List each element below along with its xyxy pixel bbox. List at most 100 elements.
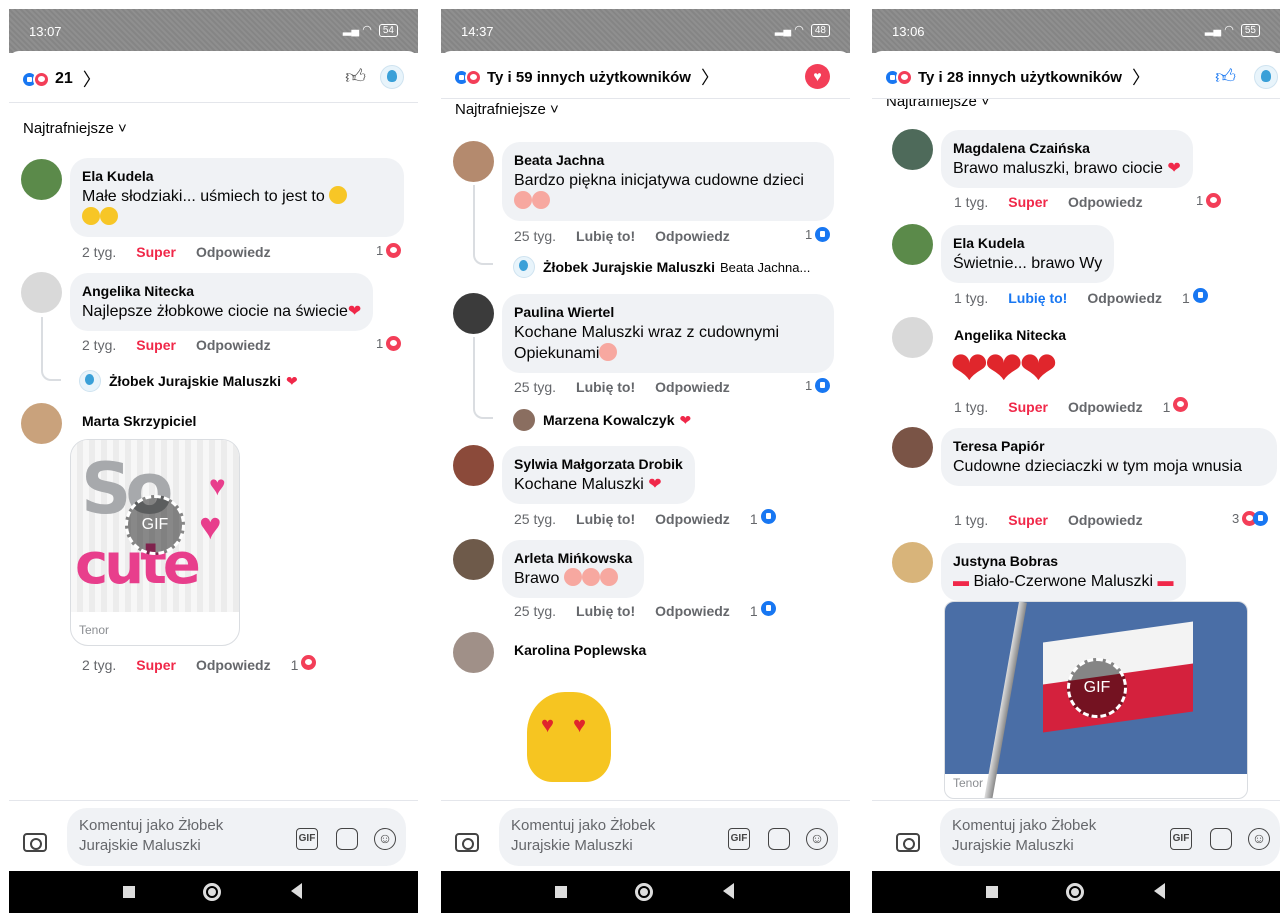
gif-play-badge[interactable]: GIF <box>1067 658 1127 718</box>
gif-attachment[interactable]: So ♥ ♥ cute GIF Tenor <box>70 439 240 646</box>
comment-bubble[interactable]: Beata Jachna Bardzo piękna inicjatywa cu… <box>502 142 834 221</box>
comment-author[interactable]: Sylwia Małgorzata Drobik <box>514 455 683 473</box>
reply-button[interactable]: Odpowiedz <box>655 228 730 244</box>
react-button[interactable]: Lubię to! <box>1008 290 1067 306</box>
sort-dropdown[interactable]: Najtrafniejsze ˅ <box>886 99 990 110</box>
react-button[interactable]: Lubię to! <box>576 511 635 527</box>
comment-author[interactable]: Justyna Bobras <box>953 552 1174 570</box>
emoji-icon[interactable]: ☺ <box>806 828 828 850</box>
comment-input[interactable]: Komentuj jako Żłobek Jurajskie Maluszki … <box>67 808 406 866</box>
reaction-count-badge[interactable]: 1 <box>376 336 402 351</box>
reply-preview[interactable]: Żłobek Jurajskie Maluszki ❤ <box>79 370 298 392</box>
reactions-header[interactable]: Ty i 28 innych użytkowników 〉 👍︎ <box>872 51 1280 99</box>
home-icon[interactable] <box>1066 883 1084 901</box>
camera-icon[interactable] <box>455 833 479 852</box>
avatar[interactable] <box>453 539 494 580</box>
reaction-count-badge[interactable]: 3 <box>1232 511 1269 526</box>
reaction-count-badge[interactable]: 1 <box>376 243 402 258</box>
reaction-count-badge[interactable]: 1 <box>1196 193 1222 208</box>
comment-bubble[interactable]: Teresa Papiór Cudowne dzieciaczki w tym … <box>941 428 1277 486</box>
avatar[interactable] <box>453 141 494 182</box>
reaction-count-badge[interactable]: 1 <box>805 378 831 393</box>
gif-play-badge[interactable]: GIF <box>125 495 185 555</box>
sticker-icon[interactable] <box>768 828 790 850</box>
page-avatar[interactable] <box>1254 65 1278 89</box>
comment-author[interactable]: Paulina Wiertel <box>514 303 822 321</box>
gif-icon[interactable]: GIF <box>1170 828 1192 850</box>
comment-author[interactable]: Magdalena Czaińska <box>953 139 1181 157</box>
reply-button[interactable]: Odpowiedz <box>196 337 271 353</box>
comment-bubble[interactable]: Ela Kudela Świetnie... brawo Wy <box>941 225 1115 283</box>
reply-button[interactable]: Odpowiedz <box>196 657 271 673</box>
react-button[interactable]: Lubię to! <box>576 228 635 244</box>
reactions-summary[interactable]: 21 〉 <box>21 66 101 92</box>
avatar[interactable] <box>453 293 494 334</box>
camera-icon[interactable] <box>896 833 920 852</box>
comments-list[interactable]: Najtrafniejsze ˅ Ela Kudela Małe słodzia… <box>9 103 418 800</box>
sort-dropdown[interactable]: Najtrafniejsze ˅ <box>455 101 559 118</box>
comment-bubble[interactable]: Paulina Wiertel Kochane Maluszki wraz z … <box>502 294 834 373</box>
reactions-header[interactable]: 21 〉 👍︎ <box>9 51 418 103</box>
reactions-header[interactable]: Ty i 59 innych użytkowników 〉 ♥ <box>441 51 850 99</box>
react-button[interactable]: Super <box>1008 399 1048 415</box>
camera-icon[interactable] <box>23 833 47 852</box>
reply-button[interactable]: Odpowiedz <box>1068 194 1143 210</box>
comment-bubble[interactable]: Angelika Nitecka Najlepsze żłobkowe cioc… <box>70 273 374 331</box>
react-button[interactable]: Lubię to! <box>576 379 635 395</box>
react-button[interactable]: Super <box>1008 194 1048 210</box>
avatar[interactable] <box>892 317 933 358</box>
gif-attachment[interactable]: GIF Tenor <box>944 601 1248 799</box>
home-icon[interactable] <box>203 883 221 901</box>
comments-list[interactable]: Najtrafniejsze ˅ Magdalena Czaińska Braw… <box>872 99 1280 800</box>
comment-author[interactable]: Marta Skrzypiciel <box>82 413 196 429</box>
comment-bubble[interactable]: Ela Kudela Małe słodziaki... uśmiech to … <box>70 158 404 237</box>
gif-icon[interactable]: GIF <box>296 828 318 850</box>
react-button[interactable]: Super <box>1008 512 1048 528</box>
comment-input[interactable]: Komentuj jako Żłobek Jurajskie Maluszki … <box>499 808 838 866</box>
react-button[interactable]: Super <box>136 244 176 260</box>
comments-list[interactable]: Najtrafniejsze ˅ Beata Jachna Bardzo pię… <box>441 99 850 800</box>
avatar[interactable] <box>892 542 933 583</box>
avatar[interactable] <box>21 159 62 200</box>
gif-icon[interactable]: GIF <box>728 828 750 850</box>
comment-author[interactable]: Arleta Mińkowska <box>514 549 632 567</box>
recents-icon[interactable] <box>555 886 567 898</box>
avatar[interactable] <box>21 272 62 313</box>
comment-author[interactable]: Karolina Poplewska <box>514 642 646 658</box>
emoji-icon[interactable]: ☺ <box>1248 828 1270 850</box>
reply-button[interactable]: Odpowiedz <box>1068 399 1143 415</box>
comment-author[interactable]: Teresa Papiór <box>953 437 1265 455</box>
recents-icon[interactable] <box>986 886 998 898</box>
sticker-icon[interactable] <box>1210 828 1232 850</box>
comment-bubble[interactable]: Justyna Bobras ▬ Biało-Czerwone Maluszki… <box>941 543 1186 601</box>
react-button[interactable]: Lubię to! <box>576 603 635 619</box>
comment-author[interactable]: Ela Kudela <box>953 234 1102 252</box>
sticker-icon[interactable] <box>336 828 358 850</box>
reply-button[interactable]: Odpowiedz <box>196 244 271 260</box>
comment-author[interactable]: Ela Kudela <box>82 167 392 185</box>
react-button[interactable]: Super <box>136 337 176 353</box>
comment-bubble[interactable]: Sylwia Małgorzata Drobik Kochane Maluszk… <box>502 446 695 504</box>
reply-preview[interactable]: Żłobek Jurajskie Maluszki Beata Jachna... <box>513 256 810 278</box>
reply-button[interactable]: Odpowiedz <box>1087 290 1162 306</box>
back-icon[interactable] <box>1154 883 1165 899</box>
comment-author[interactable]: Angelika Nitecka <box>954 327 1066 343</box>
home-icon[interactable] <box>635 883 653 901</box>
sort-dropdown[interactable]: Najtrafniejsze ˅ <box>23 120 127 137</box>
comment-bubble[interactable]: Arleta Mińkowska Brawo <box>502 540 645 598</box>
reply-button[interactable]: Odpowiedz <box>1068 512 1143 528</box>
recents-icon[interactable] <box>123 886 135 898</box>
love-reacted-icon[interactable]: ♥ <box>805 64 830 89</box>
page-avatar[interactable] <box>380 65 404 89</box>
avatar[interactable] <box>892 224 933 265</box>
avatar[interactable] <box>21 403 62 444</box>
comment-input[interactable]: Komentuj jako Żłobek Jurajskie Maluszki … <box>940 808 1280 866</box>
react-button[interactable]: Super <box>136 657 176 673</box>
reply-button[interactable]: Odpowiedz <box>655 511 730 527</box>
comment-bubble[interactable]: Magdalena Czaińska Brawo maluszki, brawo… <box>941 130 1193 188</box>
avatar[interactable] <box>453 445 494 486</box>
reactions-summary[interactable]: Ty i 59 innych użytkowników 〉 <box>453 64 719 90</box>
back-icon[interactable] <box>291 883 302 899</box>
comment-author[interactable]: Beata Jachna <box>514 151 822 169</box>
sticker-attachment[interactable]: ♥ ♥ <box>519 682 615 782</box>
